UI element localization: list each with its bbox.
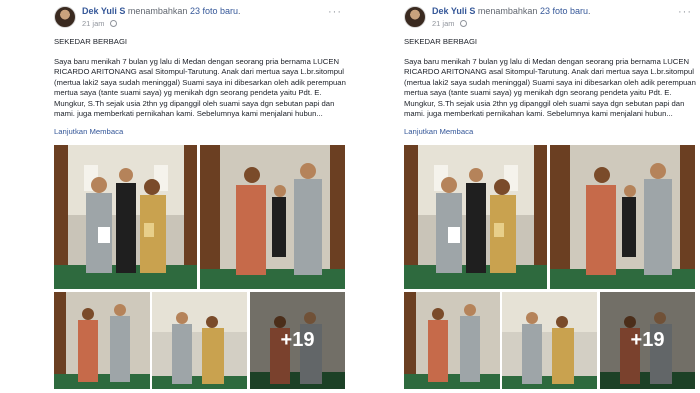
photo-5[interactable]: +19 [600,292,695,389]
post-title: SEKEDAR BERBAGI [54,37,128,46]
wedding-photo [550,145,695,289]
photos-link[interactable]: 23 foto baru [540,6,588,16]
author-name[interactable]: Dek Yuli S [82,6,125,16]
photos-link[interactable]: 23 foto baru [190,6,238,16]
post-text: SEKEDAR BERBAGI Saya baru menikah 7 bula… [404,37,699,129]
action-text: menambahkan 23 foto baru. [477,6,591,16]
wedding-photo [502,292,597,389]
photo-gallery: +19 [404,145,695,389]
wedding-photo [54,292,150,389]
photo-1[interactable] [404,145,547,289]
photo-3[interactable] [404,292,500,389]
more-icon[interactable]: ··· [678,6,692,18]
facebook-post: Dek Yuli S menambahkan 23 foto baru. 21 … [350,0,700,393]
post-attribution: Dek Yuli S menambahkan 23 foto baru. [432,6,591,16]
post-body: Saya baru menikah 7 bulan yg lalu di Med… [54,56,346,119]
see-more-link[interactable]: Lanjutkan Membaca [404,127,473,136]
more-photos-count[interactable]: +19 [250,292,345,389]
wedding-photo [200,145,345,289]
author-avatar[interactable] [54,6,76,28]
action-text: menambahkan 23 foto baru. [127,6,241,16]
wedding-photo [54,145,197,289]
post-text: SEKEDAR BERBAGI Saya baru menikah 7 bula… [54,37,349,129]
photo-4[interactable] [152,292,247,389]
facebook-post: Dek Yuli S menambahkan 23 foto baru. 21 … [0,0,350,393]
more-photos-count[interactable]: +19 [600,292,695,389]
see-more-link[interactable]: Lanjutkan Membaca [54,127,123,136]
post-meta: 21 jam [432,19,467,28]
author-avatar[interactable] [404,6,426,28]
author-name[interactable]: Dek Yuli S [432,6,475,16]
photo-5[interactable]: +19 [250,292,345,389]
wedding-photo [404,145,547,289]
post-meta: 21 jam [82,19,117,28]
photo-4[interactable] [502,292,597,389]
globe-icon [459,20,467,27]
wedding-photo [404,292,500,389]
post-attribution: Dek Yuli S menambahkan 23 foto baru. [82,6,241,16]
post-timestamp[interactable]: 21 jam [432,19,455,28]
globe-icon [109,20,117,27]
post-title: SEKEDAR BERBAGI [404,37,478,46]
post-header: Dek Yuli S menambahkan 23 foto baru. 21 … [0,0,350,40]
post-header: Dek Yuli S menambahkan 23 foto baru. 21 … [350,0,700,40]
photo-1[interactable] [54,145,197,289]
photo-2[interactable] [200,145,345,289]
photo-3[interactable] [54,292,150,389]
photo-2[interactable] [550,145,695,289]
post-timestamp[interactable]: 21 jam [82,19,105,28]
more-icon[interactable]: ··· [328,6,342,18]
wedding-photo [152,292,247,389]
photo-gallery: +19 [54,145,345,389]
post-body: Saya baru menikah 7 bulan yg lalu di Med… [404,56,696,119]
